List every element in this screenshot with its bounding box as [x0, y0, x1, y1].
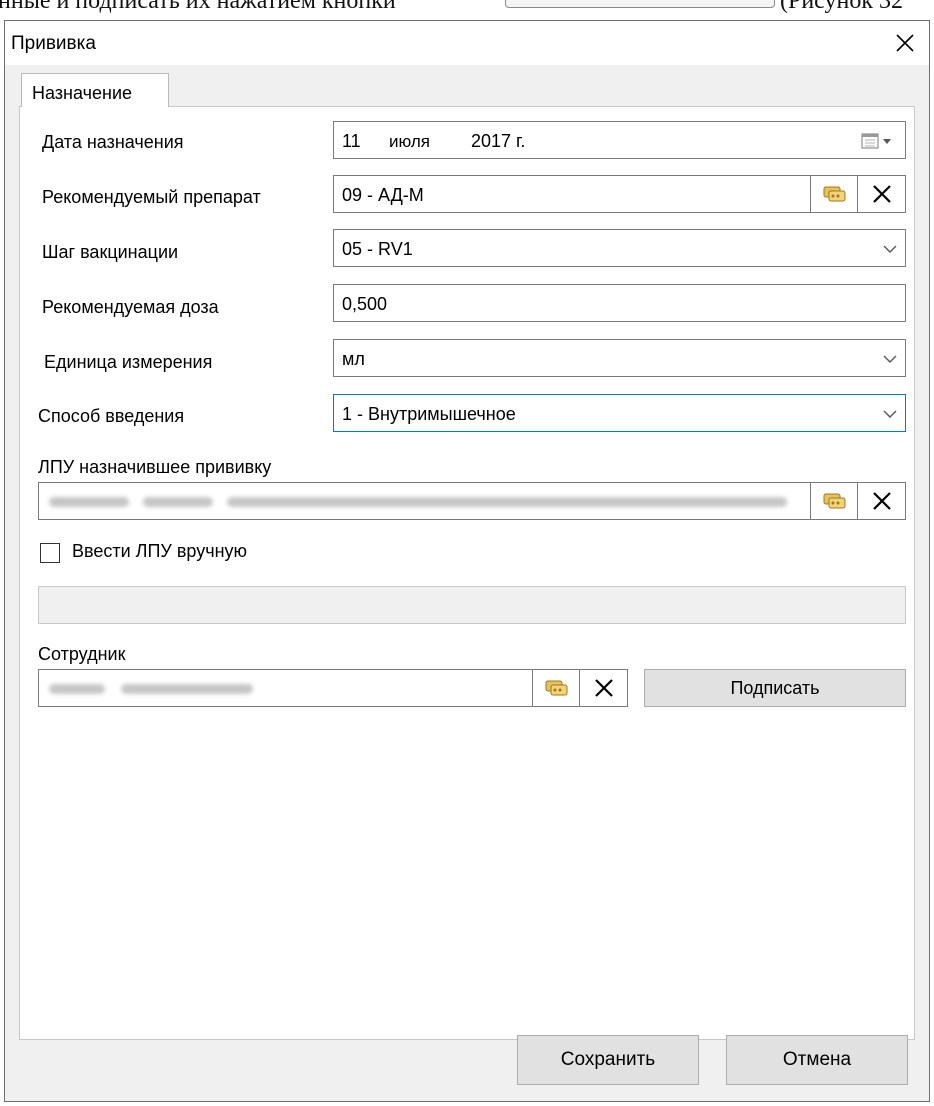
redacted-text	[49, 684, 105, 694]
chevron-down-icon	[883, 410, 897, 418]
recommended-drug-label: Рекомендуемый препарат	[42, 187, 261, 207]
vaccination-step-select[interactable]: 05 - RV1	[333, 229, 906, 267]
save-button[interactable]: Сохранить	[517, 1035, 699, 1085]
route-value: 1 - Внутримышечное	[342, 404, 516, 424]
recommended-drug-value: 09 - АД-М	[342, 185, 424, 205]
recommended-dose-value: 0,500	[342, 294, 388, 314]
document-text-right: (Рисунок 32	[780, 0, 904, 14]
date-year: 2017 г.	[471, 131, 526, 151]
calendar-dropdown-icon[interactable]	[861, 132, 895, 150]
tab-label: Назначение	[32, 83, 133, 103]
dialog-client-area: Назначение Дата назначения 11 июля 2017 …	[5, 65, 929, 1101]
manual-lpu-checkbox[interactable]	[40, 543, 60, 563]
employee-clear-button[interactable]	[579, 670, 627, 706]
lookup-icon	[545, 680, 567, 696]
date-month: июля	[389, 132, 430, 151]
sign-button[interactable]: Подписать	[644, 669, 906, 707]
manual-lpu-label: Ввести ЛПУ вручную	[72, 541, 248, 561]
window-title: Прививка	[11, 33, 96, 54]
chevron-down-icon	[883, 355, 897, 363]
vaccination-dialog: Прививка Назначение Дата назначения 11 и…	[4, 20, 930, 1102]
close-icon	[896, 34, 914, 52]
document-text-fragment: нные и подписать их нажатием кнопки (Рис…	[0, 0, 934, 22]
cancel-button-label: Отмена	[782, 1049, 852, 1070]
recommended-dose-input[interactable]: 0,500	[333, 284, 906, 322]
cancel-button[interactable]: Отмена	[726, 1035, 908, 1085]
document-text-left: нные и подписать их нажатием кнопки	[0, 0, 396, 14]
redacted-text	[143, 497, 213, 507]
lpu-field[interactable]	[38, 482, 906, 520]
close-button[interactable]	[887, 25, 923, 61]
unit-label: Единица измерения	[44, 352, 213, 372]
recommended-dose-label: Рекомендуемая доза	[42, 297, 219, 317]
sign-button-label: Подписать	[730, 677, 820, 698]
save-button-label: Сохранить	[560, 1049, 656, 1070]
redacted-text	[227, 497, 787, 507]
unit-value: мл	[342, 349, 365, 369]
tab-panel: Дата назначения 11 июля 2017 г. Рекоменд…	[19, 106, 915, 1040]
lpu-lookup-button[interactable]	[810, 483, 858, 519]
tab-appointment[interactable]: Назначение	[21, 73, 169, 107]
route-select[interactable]: 1 - Внутримышечное	[333, 394, 906, 432]
lookup-icon	[823, 186, 845, 202]
employee-lookup-button[interactable]	[532, 670, 580, 706]
redacted-text	[49, 497, 129, 507]
lpu-clear-button[interactable]	[857, 483, 905, 519]
appointment-date-label: Дата назначения	[42, 132, 184, 152]
employee-label: Сотрудник	[38, 644, 126, 664]
document-button-image	[505, 0, 775, 8]
recommended-drug-field[interactable]: 09 - АД-М	[333, 175, 906, 213]
clear-icon	[872, 492, 891, 510]
employee-field[interactable]	[38, 669, 628, 707]
date-day: 11	[342, 131, 361, 151]
clear-icon	[872, 185, 891, 203]
redacted-text	[121, 684, 253, 694]
recommended-drug-clear-button[interactable]	[857, 176, 905, 212]
clear-icon	[594, 679, 613, 697]
route-label: Способ введения	[38, 406, 185, 426]
lookup-icon	[823, 493, 845, 509]
vaccination-step-label: Шаг вакцинации	[42, 242, 179, 262]
chevron-down-icon	[883, 245, 897, 253]
unit-select[interactable]: мл	[333, 339, 906, 377]
recommended-drug-lookup-button[interactable]	[810, 176, 858, 212]
lpu-label: ЛПУ назначившее прививку	[38, 457, 272, 477]
vaccination-step-value: 05 - RV1	[342, 239, 413, 259]
appointment-date-picker[interactable]: 11 июля 2017 г.	[333, 121, 906, 159]
title-bar: Прививка	[5, 21, 929, 65]
manual-lpu-input[interactable]	[38, 586, 906, 624]
